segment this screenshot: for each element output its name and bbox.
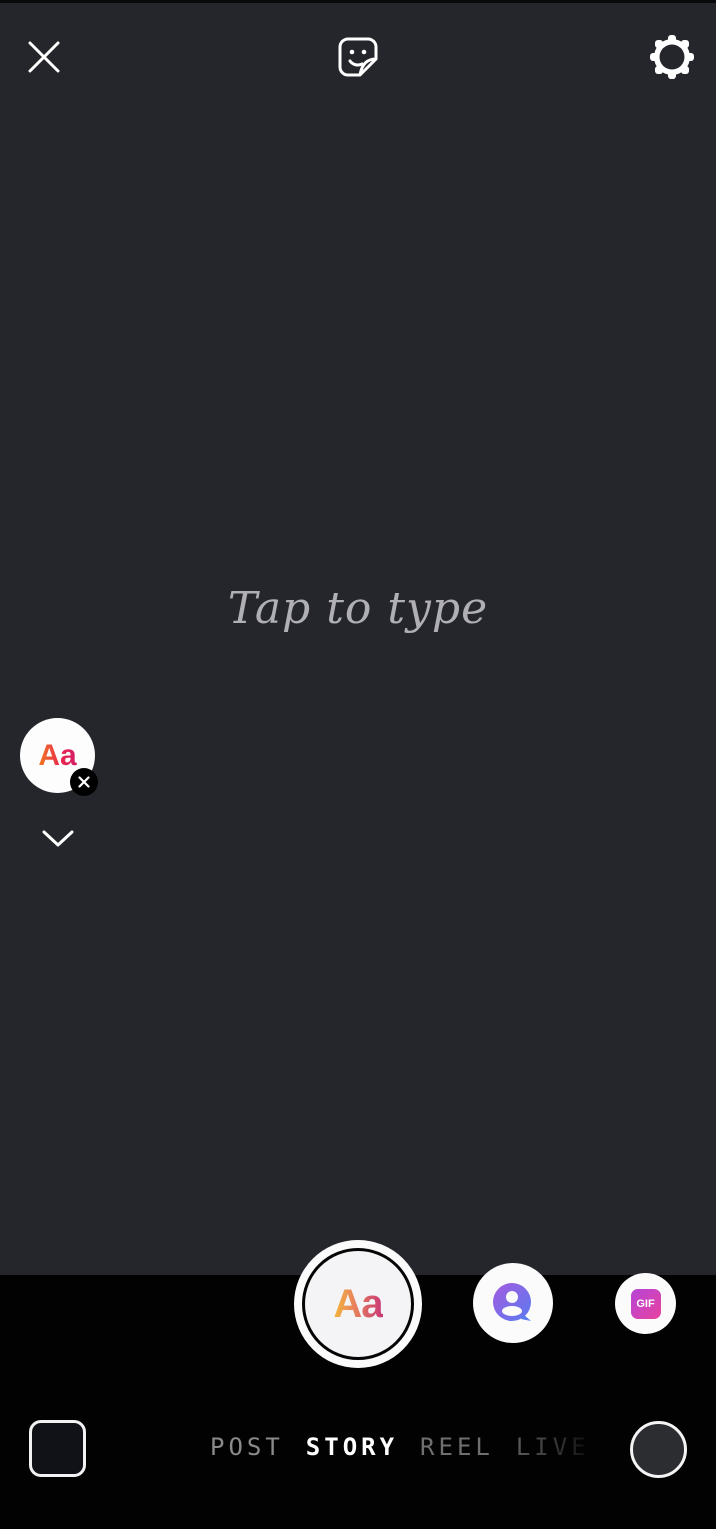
question-person-icon	[493, 1283, 531, 1321]
mode-reel[interactable]: REEL	[420, 1433, 494, 1461]
expand-tools-button[interactable]	[40, 825, 76, 853]
question-mode-button[interactable]	[473, 1263, 553, 1343]
close-icon	[28, 41, 60, 73]
text-mode-button[interactable]: Aa	[294, 1240, 422, 1368]
story-canvas[interactable]: Tap to type Aa	[0, 0, 716, 1275]
font-style-close-button[interactable]	[70, 768, 98, 796]
font-style-label: Aa	[38, 738, 77, 772]
gif-mode-button[interactable]: GIF	[615, 1273, 676, 1334]
close-icon	[78, 776, 90, 788]
gallery-button[interactable]	[29, 1420, 86, 1477]
chevron-down-icon	[42, 830, 74, 847]
mode-post[interactable]: POST	[210, 1433, 284, 1461]
settings-button[interactable]	[646, 31, 698, 83]
tap-to-type-placeholder[interactable]: Tap to type	[0, 583, 716, 634]
sticker-button[interactable]	[334, 33, 382, 81]
mode-live[interactable]: LIVE	[516, 1433, 590, 1461]
text-mode-label: Aa	[333, 1281, 383, 1326]
gif-label: GIF	[630, 1288, 661, 1319]
mode-story[interactable]: STORY	[306, 1433, 398, 1461]
mode-selector: POST STORY REEL LIVE	[210, 1433, 612, 1461]
close-button[interactable]	[22, 35, 66, 79]
camera-switch-button[interactable]	[630, 1421, 687, 1478]
text-mode-inner: Aa	[302, 1248, 414, 1360]
sticker-icon	[338, 37, 378, 77]
settings-gear-icon	[650, 35, 694, 79]
